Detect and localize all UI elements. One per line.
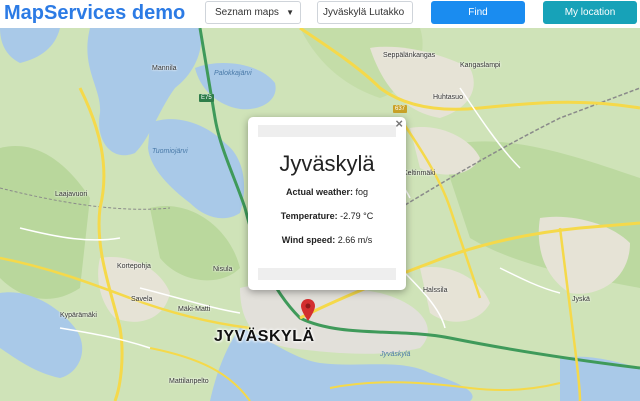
road-shield-637: 637 — [393, 105, 408, 113]
place-label-mattilanpelto: Mattilanpelto — [169, 378, 209, 385]
city-label: JYVÄSKYLÄ — [214, 328, 315, 345]
weather-popup: × Jyväskylä Actual weather: fog Temperat… — [248, 117, 406, 290]
close-icon[interactable]: × — [395, 117, 403, 131]
wind-row: Wind speed: 2.66 m/s — [248, 235, 406, 245]
top-navbar: MapServices demo Seznam maps ▼ Find My l… — [0, 0, 640, 28]
weather-label: Actual weather: — [285, 187, 356, 197]
place-label-mannila: Mannila — [152, 65, 177, 72]
water-label-palokkajarvi: Palokkajärvi — [214, 70, 252, 77]
water-label-jyvaskyla: Jyväskylä — [380, 351, 411, 358]
weather-row: Actual weather: fog — [248, 187, 406, 197]
wind-value: 2.66 m/s — [337, 235, 373, 245]
road-shield-e75: E75 — [199, 94, 214, 102]
popup-header-bar — [258, 125, 396, 137]
map-provider-value: Seznam maps — [215, 7, 279, 18]
find-button[interactable]: Find — [431, 1, 525, 24]
place-label-keltinmaki: Keltinmäki — [403, 170, 436, 177]
weather-value: fog — [355, 187, 369, 197]
app-brand[interactable]: MapServices demo — [4, 0, 185, 26]
place-label-laajavuori: Laajavuori — [55, 191, 88, 198]
map-provider-select[interactable]: Seznam maps ▼ — [205, 1, 301, 24]
temperature-label: Temperature: — [280, 211, 341, 221]
place-label-huhtasuo: Huhtasuo — [433, 94, 463, 101]
place-label-maki-matti: Mäki-Matti — [178, 306, 211, 313]
popup-title: Jyväskylä — [279, 151, 375, 176]
temperature-row: Temperature: -2.79 °C — [248, 211, 406, 221]
place-label-halssila: Halssila — [423, 287, 448, 294]
place-label-seppalankangas: Seppälänkangas — [383, 52, 436, 59]
my-location-button[interactable]: My location — [543, 1, 637, 24]
temperature-value: -2.79 °C — [340, 211, 374, 221]
popup-footer-bar — [258, 268, 396, 280]
location-search-input[interactable] — [317, 1, 413, 24]
water-label-tuomiojarvi: Tuomiojärvi — [152, 148, 188, 155]
place-label-kangaslampi: Kangaslampi — [460, 62, 501, 69]
place-label-kyparamaki: Kypärämäki — [60, 312, 97, 319]
place-label-nisula: Nisula — [213, 266, 233, 273]
map-pin-icon[interactable] — [301, 299, 315, 321]
place-label-jyska: Jyskä — [572, 296, 590, 303]
chevron-down-icon: ▼ — [286, 8, 294, 17]
wind-label: Wind speed: — [281, 235, 338, 245]
place-label-savela: Savela — [131, 296, 153, 303]
place-label-kortepohja: Kortepohja — [117, 263, 151, 270]
